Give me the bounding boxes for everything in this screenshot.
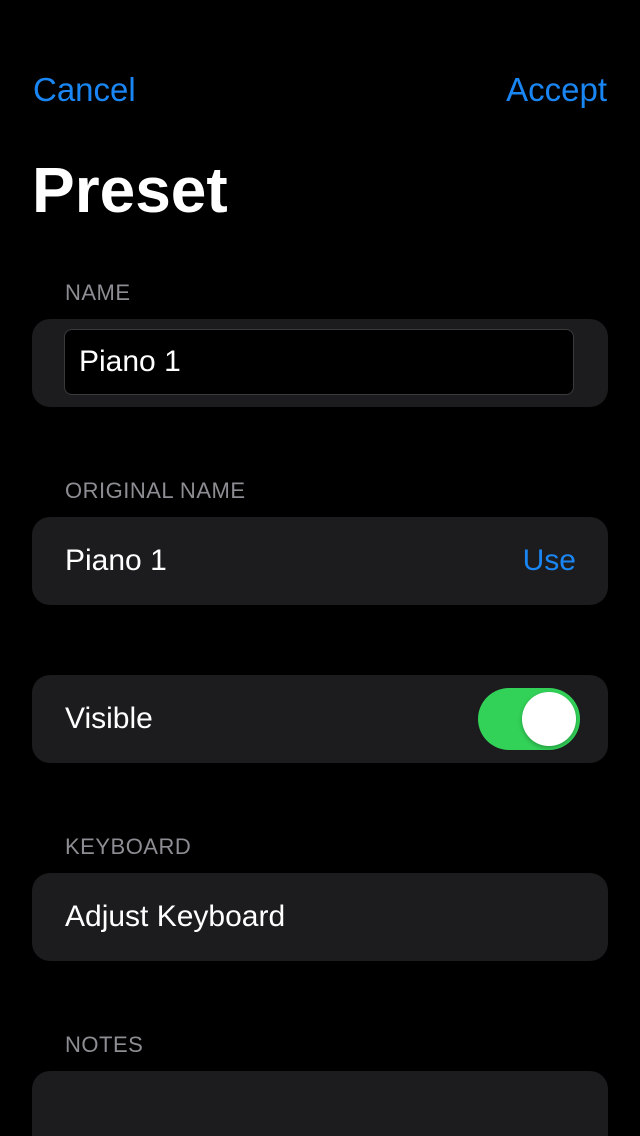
original-name-value: Piano 1 — [65, 544, 167, 577]
accept-button[interactable]: Accept — [506, 70, 607, 110]
visible-label: Visible — [65, 702, 153, 735]
original-name-section-header: ORIGINAL NAME — [65, 478, 246, 503]
page-title: Preset — [32, 154, 228, 226]
cancel-button[interactable]: Cancel — [33, 70, 136, 110]
original-name-group: Piano 1 Use — [32, 517, 608, 605]
toggle-knob — [522, 692, 576, 746]
use-button[interactable]: Use — [523, 543, 576, 579]
notes-section-header: NOTES — [65, 1032, 144, 1057]
notes-field[interactable] — [32, 1071, 608, 1136]
adjust-keyboard-row[interactable]: Adjust Keyboard — [32, 873, 608, 961]
name-section-header: NAME — [65, 280, 131, 305]
visible-row: Visible — [32, 675, 608, 763]
name-field[interactable] — [64, 329, 574, 395]
adjust-keyboard-label: Adjust Keyboard — [65, 900, 286, 933]
keyboard-section-header: KEYBOARD — [65, 834, 192, 859]
name-group — [32, 319, 608, 407]
visible-toggle[interactable] — [478, 688, 580, 750]
